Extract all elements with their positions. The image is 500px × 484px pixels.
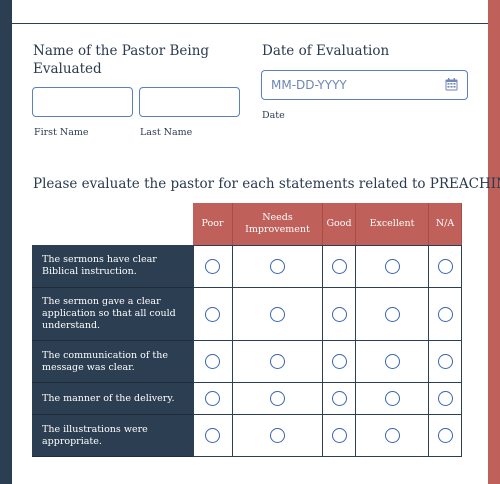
rating-cell <box>356 288 429 341</box>
rating-radio[interactable] <box>437 258 453 274</box>
rating-cell <box>233 245 323 288</box>
statement-label: The sermon gave a clear application so t… <box>32 288 193 341</box>
rating-radio[interactable] <box>270 354 285 369</box>
statement-label: The manner of the delivery. <box>32 383 193 415</box>
column-header: Poor <box>193 203 233 245</box>
last-name-sublabel: Last Name <box>140 127 193 138</box>
rating-cell <box>429 245 462 288</box>
rating-cell <box>356 383 429 415</box>
rating-radio[interactable] <box>384 258 400 274</box>
rating-radio[interactable] <box>205 258 220 274</box>
rating-cell <box>429 341 462 383</box>
rating-radio[interactable] <box>270 306 285 322</box>
rating-cell <box>323 245 356 288</box>
rating-cell <box>356 245 429 288</box>
rating-radio[interactable] <box>270 391 285 406</box>
rating-radio[interactable] <box>270 258 285 274</box>
rating-cell <box>323 415 356 457</box>
rating-radio[interactable] <box>331 391 347 406</box>
last-name-input[interactable] <box>139 87 240 117</box>
rating-cell <box>193 415 233 457</box>
rating-cell <box>429 288 462 341</box>
rating-cell <box>429 383 462 415</box>
rating-radio[interactable] <box>384 306 400 322</box>
rating-cell <box>193 341 233 383</box>
column-header: Excellent <box>356 203 429 245</box>
rating-cell <box>233 383 323 415</box>
rating-radio[interactable] <box>437 354 453 369</box>
column-header: N/A <box>429 203 462 245</box>
rating-cell <box>323 383 356 415</box>
rating-cell <box>233 341 323 383</box>
rating-cell <box>323 341 356 383</box>
rating-cell <box>356 341 429 383</box>
calendar-icon[interactable] <box>445 78 458 91</box>
column-header: Needs Improvement <box>233 203 323 245</box>
rating-radio[interactable] <box>270 428 285 443</box>
rating-radio[interactable] <box>384 391 400 406</box>
right-accent-bar <box>488 0 500 484</box>
first-name-input[interactable] <box>32 87 133 117</box>
evaluation-date-label: Date of Evaluation <box>262 43 390 59</box>
rating-cell <box>193 288 233 341</box>
rating-cell <box>193 383 233 415</box>
rating-radio[interactable] <box>205 428 220 443</box>
rating-radio[interactable] <box>331 428 347 443</box>
rating-cell <box>323 288 356 341</box>
statement-label: The sermons have clear Biblical instruct… <box>32 245 193 288</box>
column-header: Good <box>323 203 356 245</box>
rating-radio[interactable] <box>384 354 400 369</box>
section-divider <box>12 23 488 24</box>
rating-radio[interactable] <box>331 258 347 274</box>
statement-label: The communication of the message was cle… <box>32 341 193 383</box>
rating-cell <box>193 245 233 288</box>
rating-radio[interactable] <box>437 306 453 322</box>
left-accent-bar <box>0 0 12 484</box>
rating-cell <box>356 415 429 457</box>
matrix-question: Please evaluate the pastor for each stat… <box>33 176 500 192</box>
rating-radio[interactable] <box>205 391 220 406</box>
rating-radio[interactable] <box>331 354 347 369</box>
rating-cell <box>233 288 323 341</box>
statement-label: The illustrations were appropriate. <box>32 415 193 457</box>
first-name-sublabel: First Name <box>34 127 89 138</box>
evaluation-date-input[interactable]: MM-DD-YYYY <box>261 70 468 100</box>
rating-radio[interactable] <box>205 306 220 322</box>
rating-cell <box>233 415 323 457</box>
rating-radio[interactable] <box>437 391 453 406</box>
date-sublabel: Date <box>262 110 285 121</box>
rating-radio[interactable] <box>205 354 220 369</box>
pastor-name-label: Name of the Pastor Being Evaluated <box>33 43 210 77</box>
rating-radio[interactable] <box>437 428 453 443</box>
rating-cell <box>429 415 462 457</box>
rating-radio[interactable] <box>331 306 347 322</box>
rating-radio[interactable] <box>384 428 400 443</box>
